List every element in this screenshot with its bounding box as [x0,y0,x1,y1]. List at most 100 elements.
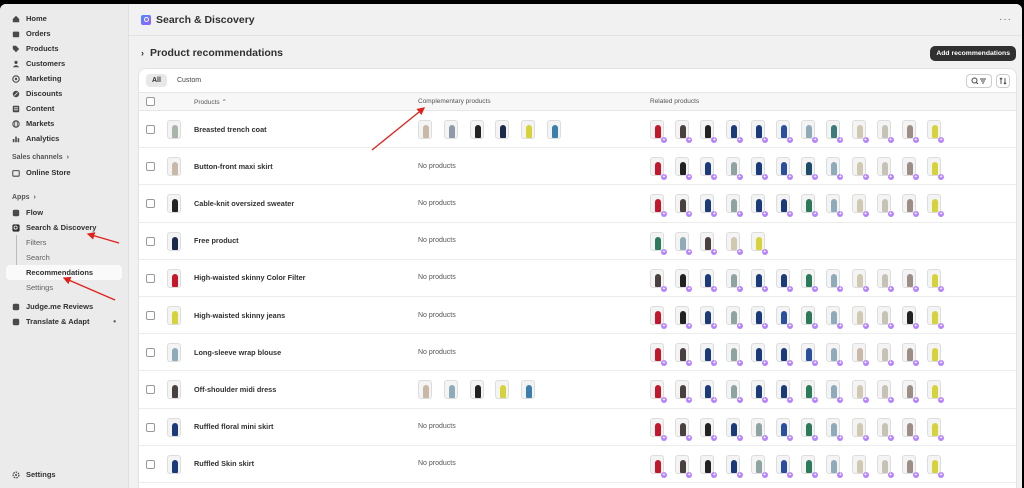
sidebar-subitem-recommendations[interactable]: Recommendations [6,265,122,280]
sidebar-subitem-search[interactable]: Search [0,250,128,265]
sidebar-item-content[interactable]: Content [0,101,128,116]
related-product[interactable]: + [876,305,894,329]
product-name[interactable]: Button-front maxi skirt [194,162,273,171]
product-name[interactable]: High-waisted skinny jeans [194,311,285,320]
sidebar-item-judgeme[interactable]: Judge.me Reviews [0,299,128,314]
related-product[interactable]: + [750,120,768,143]
complementary-thumbnail[interactable] [443,120,458,139]
related-product[interactable]: + [775,120,793,143]
related-product[interactable]: + [826,305,844,329]
sidebar-item-customers[interactable]: Customers [0,56,128,71]
product-name[interactable]: Cable-knit oversized sweater [194,199,294,208]
related-product[interactable]: + [801,454,819,478]
sidebar-item-online-store[interactable]: Online Store [0,165,128,180]
related-product[interactable]: + [700,231,718,255]
related-product[interactable]: + [775,454,793,478]
select-all-checkbox[interactable] [146,97,155,106]
sidebar-item-analytics[interactable]: Analytics [0,131,128,146]
table-row[interactable]: Cable-knit oversized sweater No products +… [139,185,1016,223]
related-product[interactable]: + [700,380,718,404]
related-product[interactable]: + [876,454,894,478]
related-product[interactable]: + [750,194,768,218]
sort-button[interactable] [996,73,1010,88]
related-product[interactable]: + [675,380,693,404]
related-product[interactable]: + [775,268,793,292]
related-product[interactable]: + [650,231,667,255]
related-product[interactable]: + [826,454,844,478]
related-product[interactable]: + [851,120,869,143]
related-product[interactable]: + [851,268,869,292]
related-product[interactable]: + [675,120,693,143]
sidebar-item-products[interactable]: Products [0,41,128,56]
product-name[interactable]: Long-sleeve wrap blouse [194,348,281,357]
product-name[interactable]: Ruffled floral mini skirt [194,422,273,431]
related-product[interactable]: + [826,157,844,181]
chevron-right-icon[interactable]: › [141,48,144,58]
related-product[interactable]: + [650,120,667,143]
row-checkbox[interactable] [146,310,155,320]
related-product[interactable]: + [876,157,894,181]
sidebar-item-settings[interactable]: Settings [0,467,56,482]
related-product[interactable]: + [725,157,743,181]
row-checkbox[interactable] [146,422,155,432]
related-product[interactable]: + [801,157,819,181]
related-product[interactable]: + [927,120,945,143]
related-product[interactable]: + [675,157,693,181]
complementary-thumbnail[interactable] [418,120,432,139]
row-checkbox[interactable] [146,459,155,469]
table-row[interactable]: Free product No products + + + + + [139,223,1016,260]
row-checkbox[interactable] [146,385,155,395]
product-name[interactable]: Off-shoulder midi dress [194,385,276,394]
sidebar-subitem-filters[interactable]: Filters [0,235,128,250]
related-product[interactable]: + [700,157,718,181]
sidebar-item-markets[interactable]: Markets [0,116,128,131]
tab-custom[interactable]: Custom [171,74,207,87]
add-recommendations-button[interactable]: Add recommendations [930,45,1016,61]
related-product[interactable]: + [650,343,667,367]
sidebar-item-translate[interactable]: Translate & Adapt • [0,314,128,329]
row-checkbox[interactable] [146,125,155,134]
related-product[interactable]: + [750,417,768,441]
related-product[interactable]: + [675,417,693,441]
table-row[interactable]: Breasted trench coat + + + + + + + + + + + + [139,111,1016,149]
related-product[interactable]: + [876,343,894,367]
related-product[interactable]: + [675,454,693,478]
related-product[interactable]: + [901,157,919,181]
sidebar-item-marketing[interactable]: Marketing [0,71,128,86]
related-product[interactable]: + [851,454,869,478]
related-product[interactable]: + [700,120,718,143]
related-product[interactable]: + [801,343,819,367]
related-product[interactable]: + [750,231,768,255]
related-product[interactable]: + [650,157,667,181]
related-product[interactable]: + [901,417,919,441]
related-product[interactable]: + [927,194,945,218]
complementary-thumbnail[interactable] [521,380,536,400]
related-product[interactable]: + [725,268,743,292]
complementary-thumbnail[interactable] [546,120,561,139]
table-row[interactable]: Ruffled floral mini skirt No products + + + +… [139,409,1016,446]
complementary-thumbnail[interactable] [418,380,432,400]
related-product[interactable]: + [901,380,919,404]
related-product[interactable]: + [927,157,945,181]
related-product[interactable]: + [876,120,894,143]
related-product[interactable]: + [801,268,819,292]
related-product[interactable]: + [851,380,869,404]
related-product[interactable]: + [750,305,768,329]
search-filter-button[interactable] [966,73,992,88]
product-name[interactable]: Free product [194,236,239,245]
related-product[interactable]: + [700,343,718,367]
related-product[interactable]: + [901,268,919,292]
related-product[interactable]: + [750,380,768,404]
related-product[interactable]: + [851,194,869,218]
related-product[interactable]: + [801,194,819,218]
related-product[interactable]: + [826,417,844,441]
related-product[interactable]: + [700,305,718,329]
related-product[interactable]: + [725,417,743,441]
sidebar-item-home[interactable]: Home [0,11,128,26]
related-product[interactable]: + [901,454,919,478]
row-checkbox[interactable] [146,199,155,209]
related-product[interactable]: + [725,231,743,255]
column-products[interactable]: Products ⌃ [194,98,227,106]
apps-heading[interactable]: Apps › [0,190,128,205]
related-product[interactable]: + [876,417,894,441]
